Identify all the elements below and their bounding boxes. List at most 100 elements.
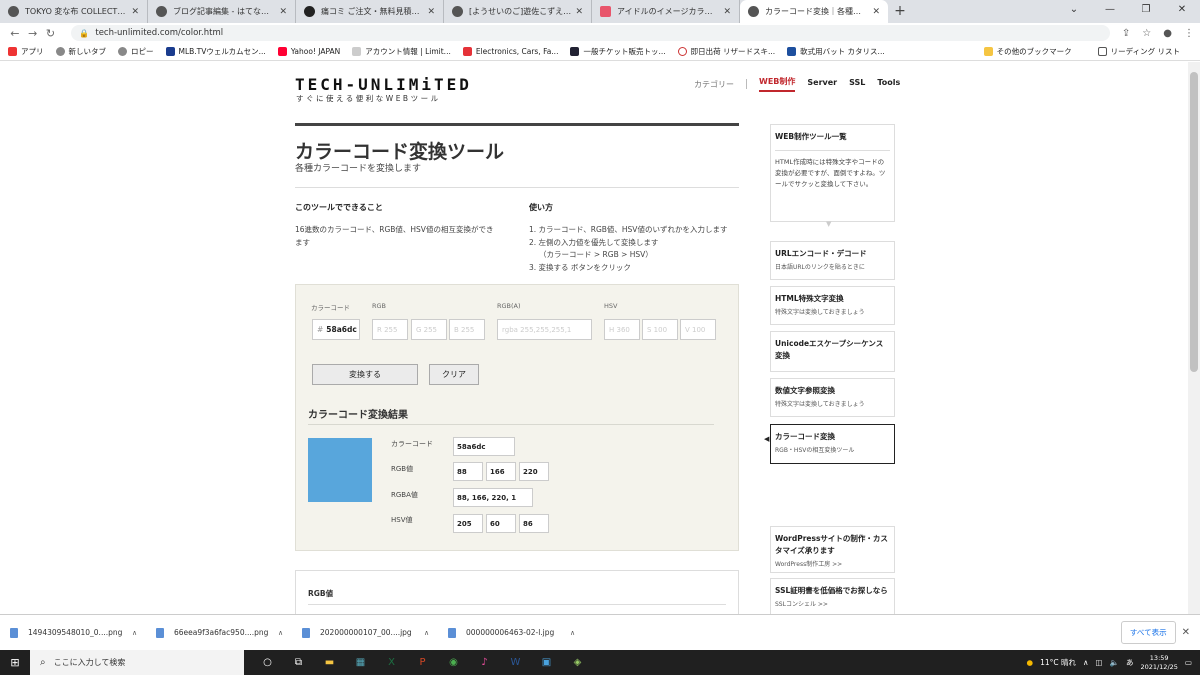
itunes-icon[interactable]: ♪ (469, 657, 500, 668)
bookmark-item[interactable]: 軟式用バット カタリス... (787, 46, 885, 57)
reading-list[interactable]: リーディング リスト (1097, 46, 1180, 57)
bookmark-star-icon[interactable]: ☆ (1142, 28, 1151, 39)
reload-icon[interactable]: ↻ (42, 27, 60, 40)
ime-indicator[interactable]: あ (1126, 657, 1134, 668)
bookmark-item[interactable]: 一般チケット販売トッ... (570, 46, 666, 57)
download-item[interactable]: 202000000107_00....jpg ∧ (302, 627, 448, 638)
browser-tab[interactable]: 痛コミ ご注文・無料見積り依頼 - S✕ (296, 0, 444, 23)
sidebar-item-html-entities[interactable]: HTML特殊文字変換 特殊文字は変換しておきましょう (770, 286, 895, 325)
result-v-value[interactable]: 86 (519, 514, 549, 533)
page-scrollbar[interactable] (1188, 62, 1200, 614)
excel-icon[interactable]: X (376, 657, 407, 668)
task-view-icon[interactable]: ⧉ (283, 657, 314, 668)
browser-tab-active[interactable]: カラーコード変換｜各種設定用のカラ✕ (740, 0, 888, 23)
weather-text[interactable]: 11°C 晴れ (1040, 657, 1076, 668)
close-tab-icon[interactable]: ✕ (723, 7, 731, 17)
chevron-up-icon[interactable]: ∧ (278, 629, 283, 637)
network-icon[interactable]: ◫ (1096, 658, 1103, 667)
close-tab-icon[interactable]: ✕ (131, 7, 139, 17)
maximize-icon[interactable]: ❐ (1128, 0, 1164, 23)
app-icon[interactable]: ◈ (562, 657, 593, 668)
result-h-value[interactable]: 205 (453, 514, 483, 533)
browser-tab[interactable]: TOKYO 変な布 COLLECTION - fuji✕ (0, 0, 148, 23)
store-icon[interactable]: ▦ (345, 657, 376, 668)
result-colorcode-value[interactable]: 58a6dc (453, 437, 515, 456)
b-input[interactable]: B 255 (449, 319, 485, 340)
word-icon[interactable]: W (500, 657, 531, 668)
sidebar-item-numeric-ref[interactable]: 数値文字参照変換 特殊文字は変換しておきましょう (770, 378, 895, 417)
chevron-up-icon[interactable]: ∧ (570, 629, 575, 637)
sidebar-item-unicode[interactable]: Unicodeエスケープシーケンス変換 (770, 331, 895, 372)
v-input[interactable]: V 100 (680, 319, 716, 340)
result-rgba-value[interactable]: 88, 166, 220, 1 (453, 488, 533, 507)
powerpoint-icon[interactable]: P (407, 657, 438, 668)
file-explorer-icon[interactable]: ▬ (314, 657, 345, 668)
bookmark-item[interactable]: ロピー (118, 46, 154, 57)
result-b-value[interactable]: 220 (519, 462, 549, 481)
show-all-downloads-button[interactable]: すべて表示 (1120, 621, 1176, 644)
bookmark-item[interactable]: アカウント情報 | Limit... (352, 46, 451, 57)
address-bar[interactable]: 🔒 tech-unlimited.com/color.html (71, 25, 1110, 41)
bookmark-item[interactable]: Electronics, Cars, Fa... (462, 47, 558, 56)
chevron-up-icon[interactable]: ∧ (132, 629, 137, 637)
download-bar: 1494309548010_0....png ∧ 66eea9f3a6fac950… (0, 614, 1200, 650)
s-input[interactable]: S 100 (642, 319, 678, 340)
profile-avatar[interactable]: ● (1163, 28, 1172, 39)
taskbar-clock[interactable]: 13:59 2021/12/25 (1140, 654, 1177, 672)
scrollbar-thumb[interactable] (1190, 72, 1198, 372)
download-item[interactable]: 1494309548010_0....png ∧ (10, 627, 156, 638)
close-tab-icon[interactable]: ✕ (872, 7, 880, 17)
chevron-up-icon[interactable]: ∧ (424, 629, 429, 637)
sidebar-ad-ssl[interactable]: SSL証明書を低価格でお探しなら SSLコンシェル >> (770, 578, 895, 614)
cortana-icon[interactable]: ○ (252, 657, 283, 668)
bookmark-item[interactable]: Yahoo! JAPAN (277, 47, 340, 56)
h-input[interactable]: H 360 (604, 319, 640, 340)
bookmark-item[interactable]: 即日出荷 リザードスキ... (677, 46, 775, 57)
browser-tab[interactable]: [ようせいのご]遊佐こずえ+ | アイマス✕ (444, 0, 592, 23)
nav-item-web[interactable]: WEB制作 (759, 76, 796, 92)
nav-item-tools[interactable]: Tools (877, 78, 900, 90)
minimize-icon[interactable]: — (1092, 0, 1128, 23)
result-g-value[interactable]: 166 (486, 462, 516, 481)
browser-tab[interactable]: ブログ記事編集 - はてなブログ ✕ (148, 0, 296, 23)
other-bookmarks[interactable]: その他のブックマーク (983, 46, 1072, 57)
sidebar-item-urlencode[interactable]: URLエンコード・デコード 日本語URLのリンクを貼るときに (770, 241, 895, 280)
tray-chevron-icon[interactable]: ∧ (1083, 658, 1089, 667)
rgba-input[interactable]: rgba 255,255,255,1 (497, 319, 592, 340)
nav-item-ssl[interactable]: SSL (849, 78, 865, 90)
site-logo[interactable]: TECH-UNLIMiTED (295, 75, 472, 94)
r-input[interactable]: R 255 (372, 319, 408, 340)
menu-icon[interactable]: ⋮ (1184, 28, 1194, 39)
nav-item-server[interactable]: Server (807, 78, 837, 90)
close-window-icon[interactable]: ✕ (1164, 0, 1200, 23)
clear-button[interactable]: クリア (429, 364, 479, 385)
forward-icon[interactable]: → (24, 27, 42, 40)
convert-button[interactable]: 変換する (312, 364, 418, 385)
download-item[interactable]: 66eea9f3a6fac950....png ∧ (156, 627, 302, 638)
chrome-icon[interactable]: ◉ (438, 657, 469, 668)
g-input[interactable]: G 255 (411, 319, 447, 340)
share-icon[interactable]: ⇪ (1122, 28, 1130, 39)
notification-icon[interactable]: ▭ (1185, 658, 1192, 667)
taskbar-search[interactable]: ⌕ ここに入力して検索 (30, 650, 244, 675)
volume-icon[interactable]: 🔈 (1110, 658, 1119, 667)
photos-icon[interactable]: ▣ (531, 657, 562, 668)
close-tab-icon[interactable]: ✕ (427, 7, 435, 17)
windows-start-icon[interactable]: ⊞ (0, 656, 30, 669)
sidebar-ad-wordpress[interactable]: WordPressサイトの制作・カスタマイズ承ります WordPress制作工房… (770, 526, 895, 573)
result-r-value[interactable]: 88 (453, 462, 483, 481)
sidebar-item-colorcode[interactable]: カラーコード変換 RGB・HSVの相互変換ツール (770, 424, 895, 464)
colorcode-input[interactable]: #58a6dc (312, 319, 360, 340)
bookmark-item[interactable]: アプリ (8, 46, 44, 57)
download-item[interactable]: 000000006463-02-l.jpg ∧ (448, 627, 594, 638)
bookmark-item[interactable]: 新しいタブ (55, 46, 106, 57)
back-icon[interactable]: ← (6, 27, 24, 40)
result-s-value[interactable]: 60 (486, 514, 516, 533)
browser-tab[interactable]: アイドルのイメージカラー - アイマスDB✕ (592, 0, 740, 23)
close-download-bar-icon[interactable]: ✕ (1182, 627, 1190, 638)
close-tab-icon[interactable]: ✕ (575, 7, 583, 17)
close-tab-icon[interactable]: ✕ (279, 7, 287, 17)
bookmark-item[interactable]: MLB.TVウェルカムセン... (165, 46, 266, 57)
tab-search-icon[interactable]: ⌄ (1056, 0, 1092, 23)
new-tab-button[interactable]: + (888, 0, 912, 23)
